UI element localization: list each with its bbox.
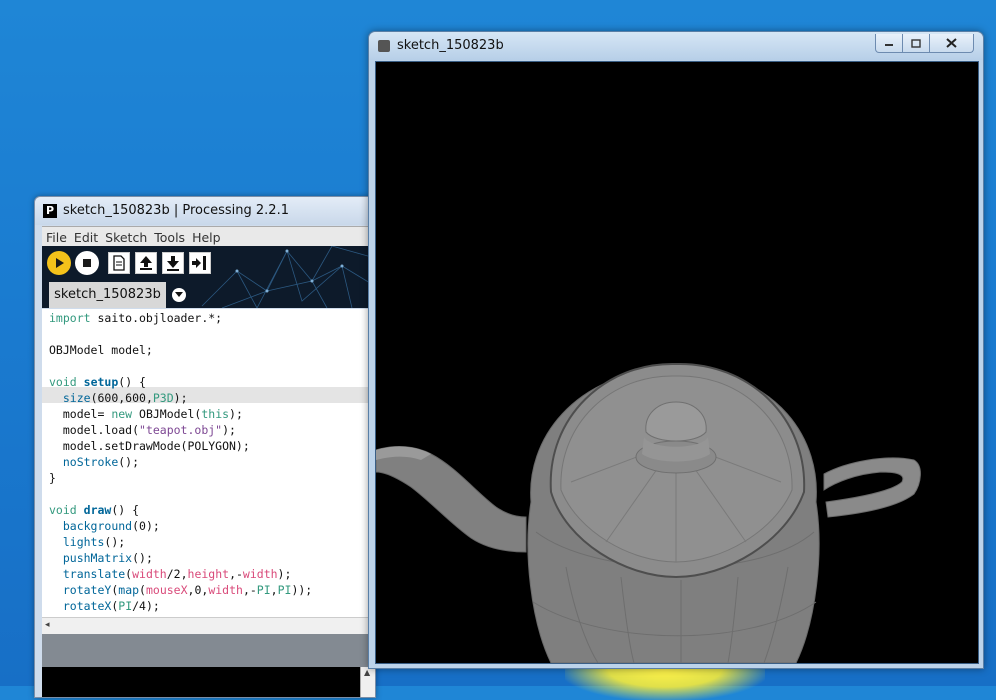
sketch-window-title: sketch_150823b bbox=[397, 38, 504, 53]
menu-help[interactable]: Help bbox=[188, 228, 224, 245]
minimize-button[interactable] bbox=[875, 34, 903, 53]
maximize-button[interactable] bbox=[902, 34, 930, 53]
open-button[interactable] bbox=[135, 252, 157, 274]
code-line: model.setDrawMode(POLYGON); bbox=[49, 439, 250, 453]
sketch-output-window: sketch_150823b bbox=[368, 31, 984, 669]
code-line: rotateX(PI/4); bbox=[62, 599, 160, 613]
ide-titlebar[interactable]: P sketch_150823b | Processing 2.2.1 bbox=[35, 197, 375, 225]
code-line: model= new OBJModel(this); bbox=[49, 407, 243, 421]
code-line: model.load("teapot.obj"); bbox=[49, 423, 236, 437]
teapot-render bbox=[375, 362, 921, 664]
menu-tools[interactable]: Tools bbox=[150, 228, 188, 245]
code-line: void setup() { bbox=[49, 375, 146, 389]
maximize-icon bbox=[911, 38, 921, 48]
menu-sketch[interactable]: Sketch bbox=[101, 228, 150, 245]
sketch-canvas[interactable] bbox=[375, 61, 979, 664]
code-line: OBJModel model; bbox=[49, 343, 153, 357]
ide-window-title: sketch_150823b | Processing 2.2.1 bbox=[63, 203, 289, 218]
code-line: void draw() { bbox=[49, 503, 140, 517]
scroll-up-icon[interactable]: ▲ bbox=[364, 668, 370, 677]
open-icon bbox=[140, 256, 152, 270]
java-window-icon bbox=[378, 40, 390, 52]
code-line: } bbox=[49, 471, 56, 485]
console-vertical-scrollbar[interactable]: ▲ bbox=[360, 667, 375, 697]
stop-button[interactable] bbox=[75, 251, 99, 275]
export-icon bbox=[192, 256, 206, 270]
save-icon bbox=[167, 256, 179, 271]
code-line: lights(); bbox=[62, 535, 126, 549]
menu-bar: File Edit Sketch Tools Help bbox=[42, 226, 375, 246]
toolbar: sketch_150823b bbox=[42, 246, 375, 308]
new-icon bbox=[113, 255, 125, 271]
editor-horizontal-scrollbar[interactable]: ◂ bbox=[42, 617, 375, 635]
processing-ide-window: P sketch_150823b | Processing 2.2.1 File… bbox=[34, 196, 376, 698]
processing-logo-icon: P bbox=[43, 204, 57, 218]
menu-file[interactable]: File bbox=[42, 228, 70, 245]
code-line: rotateY(map(mouseX,0,width,-PI,PI)); bbox=[62, 583, 313, 597]
console-area: ▲ bbox=[42, 667, 375, 697]
chevron-down-icon bbox=[175, 292, 183, 297]
code-line: pushMatrix(); bbox=[62, 551, 153, 565]
code-line: import saito.objloader.*; bbox=[49, 311, 223, 325]
close-button[interactable] bbox=[929, 34, 974, 53]
code-line: noStroke(); bbox=[62, 455, 140, 469]
code-line: size(600,600,P3D); bbox=[62, 391, 188, 405]
message-area bbox=[42, 634, 375, 667]
code-line: translate(width/2,height,-width); bbox=[62, 567, 292, 581]
menu-edit[interactable]: Edit bbox=[70, 228, 101, 245]
sketch-titlebar[interactable]: sketch_150823b bbox=[369, 32, 983, 60]
run-button[interactable] bbox=[47, 251, 71, 275]
export-button[interactable] bbox=[189, 252, 211, 274]
run-icon bbox=[56, 258, 64, 268]
code-editor[interactable]: import saito.objloader.*; OBJModel model… bbox=[42, 309, 375, 617]
new-button[interactable] bbox=[108, 252, 130, 274]
stop-icon bbox=[83, 259, 91, 267]
tab-menu-button[interactable] bbox=[172, 288, 186, 302]
code-line: background(0); bbox=[62, 519, 160, 533]
tab-sketch[interactable]: sketch_150823b bbox=[49, 282, 166, 308]
scroll-left-icon[interactable]: ◂ bbox=[45, 620, 50, 630]
close-icon bbox=[946, 38, 957, 48]
minimize-icon bbox=[885, 44, 893, 46]
save-button[interactable] bbox=[162, 252, 184, 274]
